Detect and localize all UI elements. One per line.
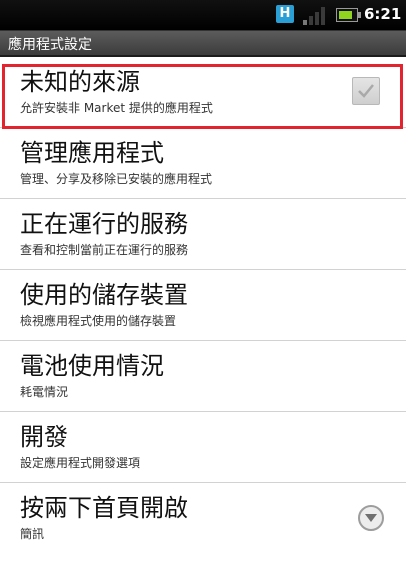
signal-icon bbox=[303, 5, 329, 25]
setting-running-services[interactable]: 正在運行的服務 查看和控制當前正在運行的服務 bbox=[0, 199, 406, 270]
title-bar: 應用程式設定 bbox=[0, 31, 406, 57]
setting-title: 按兩下首頁開啟 bbox=[20, 494, 188, 522]
setting-title: 正在運行的服務 bbox=[20, 210, 188, 238]
page-title: 應用程式設定 bbox=[8, 37, 92, 53]
setting-storage-use[interactable]: 使用的儲存裝置 檢視應用程式使用的儲存裝置 bbox=[0, 270, 406, 341]
setting-battery-use[interactable]: 電池使用情況 耗電情況 bbox=[0, 341, 406, 412]
setting-subtitle: 檢視應用程式使用的儲存裝置 bbox=[20, 314, 177, 328]
setting-double-tap-home[interactable]: 按兩下首頁開啟 簡訊 bbox=[0, 483, 406, 554]
chevron-down-icon bbox=[365, 514, 377, 522]
setting-title: 管理應用程式 bbox=[20, 139, 164, 167]
setting-title: 未知的來源 bbox=[20, 68, 140, 96]
status-bar: H 6:21 bbox=[0, 0, 406, 31]
setting-title: 電池使用情況 bbox=[20, 352, 164, 380]
setting-development[interactable]: 開發 設定應用程式開發選項 bbox=[0, 412, 406, 483]
dropdown-button[interactable] bbox=[358, 505, 384, 531]
h-icon: H bbox=[276, 5, 294, 23]
setting-subtitle: 允許安裝非 Market 提供的應用程式 bbox=[20, 101, 213, 115]
setting-title: 開發 bbox=[20, 423, 68, 451]
setting-subtitle: 設定應用程式開發選項 bbox=[20, 456, 141, 470]
setting-subtitle: 耗電情況 bbox=[20, 385, 69, 399]
setting-subtitle: 查看和控制當前正在運行的服務 bbox=[20, 243, 189, 257]
setting-unknown-sources[interactable]: 未知的來源 允許安裝非 Market 提供的應用程式 bbox=[0, 57, 406, 128]
check-icon bbox=[358, 84, 374, 98]
unknown-sources-checkbox[interactable] bbox=[352, 77, 380, 105]
setting-manage-applications[interactable]: 管理應用程式 管理、分享及移除已安裝的應用程式 bbox=[0, 128, 406, 199]
setting-title: 使用的儲存裝置 bbox=[20, 281, 188, 309]
setting-subtitle: 管理、分享及移除已安裝的應用程式 bbox=[20, 172, 213, 186]
setting-subtitle: 簡訊 bbox=[20, 527, 45, 541]
battery-icon bbox=[336, 8, 361, 22]
status-time: 6:21 bbox=[364, 5, 402, 23]
settings-list: 未知的來源 允許安裝非 Market 提供的應用程式 管理應用程式 管理、分享及… bbox=[0, 57, 406, 554]
